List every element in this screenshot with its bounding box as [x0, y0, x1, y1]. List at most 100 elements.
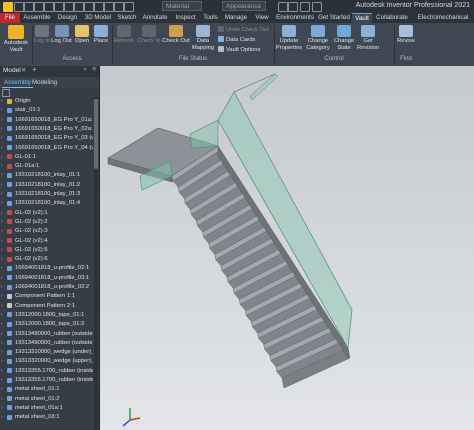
- menu-icon[interactable]: ≡: [92, 66, 96, 73]
- tree-item[interactable]: › 16691650018_EG Pro Y_04 (v2): [0, 144, 93, 152]
- add-tab-icon[interactable]: +: [32, 65, 37, 74]
- tree-item[interactable]: › GL-01:1: [0, 153, 93, 161]
- update-icon[interactable]: [74, 2, 84, 12]
- tree-item[interactable]: › metal sheet_01:2: [0, 395, 93, 403]
- expand-icon[interactable]: ›: [1, 144, 6, 152]
- tab-view[interactable]: View: [252, 13, 272, 23]
- expand-icon[interactable]: ›: [1, 246, 6, 254]
- expand-icon[interactable]: ›: [1, 106, 6, 114]
- tree-item[interactable]: › Origin: [0, 97, 93, 105]
- expand-icon[interactable]: ›: [1, 116, 6, 124]
- expand-icon[interactable]: ›: [1, 162, 6, 170]
- search-icon[interactable]: ⌕: [83, 66, 87, 74]
- tree-item[interactable]: › 19313490000_rubber (outside): [0, 330, 93, 338]
- expand-icon[interactable]: ›: [1, 274, 6, 282]
- tree-item[interactable]: › stair_01:1: [0, 106, 93, 114]
- tree-item[interactable]: › Component Pattern 2:1: [0, 302, 93, 310]
- tab-tools[interactable]: Tools: [201, 13, 220, 23]
- tree-item[interactable]: › GL-02 (v2):5: [0, 246, 93, 254]
- tree-item[interactable]: › metal sheet_01a:1: [0, 404, 93, 412]
- tab-modeling[interactable]: Modeling: [30, 78, 59, 87]
- redo-icon[interactable]: [54, 2, 64, 12]
- tree-item[interactable]: › metal sheet_01:1: [0, 385, 93, 393]
- browser-scrollbar[interactable]: [94, 97, 98, 430]
- tree-item[interactable]: › GL-01a:1: [0, 162, 93, 170]
- expand-icon[interactable]: ›: [1, 283, 6, 291]
- open-icon[interactable]: [24, 2, 34, 12]
- log-in-button[interactable]: Log In: [33, 25, 51, 45]
- tab-environments[interactable]: Environments: [274, 13, 316, 23]
- expand-icon[interactable]: ›: [1, 264, 6, 272]
- tree-item[interactable]: › metal sheet_03:1: [0, 413, 93, 421]
- file-icon[interactable]: [3, 2, 13, 12]
- tree-item[interactable]: › 19313310000_wedge (under)_0: [0, 348, 93, 356]
- tree-item[interactable]: › GL-02 (v2):6: [0, 255, 93, 263]
- expand-icon[interactable]: ›: [1, 227, 6, 235]
- expand-icon[interactable]: ›: [1, 237, 6, 245]
- fx-icon[interactable]: [288, 2, 298, 12]
- tree-item[interactable]: › 16691650018_EG Pro Y_03 (v2): [0, 134, 93, 142]
- tab-collaborate[interactable]: Collaborate: [374, 13, 410, 23]
- tab-assembly[interactable]: Assembly: [2, 78, 33, 88]
- close-icon[interactable]: ✕: [21, 66, 26, 74]
- expand-icon[interactable]: ›: [1, 134, 6, 142]
- expand-icon[interactable]: ›: [1, 125, 6, 133]
- dropdown-icon[interactable]: [312, 2, 322, 12]
- vault-options-button[interactable]: Vault Options: [218, 46, 260, 54]
- check-out-button[interactable]: Check Out: [162, 25, 190, 45]
- check-in-button[interactable]: Check In: [137, 25, 161, 45]
- adjust-icon[interactable]: [300, 2, 310, 12]
- expand-icon[interactable]: ›: [1, 181, 6, 189]
- tab-design[interactable]: Design: [55, 13, 80, 23]
- tree-item[interactable]: › GL-02 (v2):1: [0, 209, 93, 217]
- expand-icon[interactable]: ›: [1, 376, 6, 384]
- select-icon[interactable]: [84, 2, 94, 12]
- expand-icon[interactable]: ›: [1, 311, 6, 319]
- expand-icon[interactable]: ›: [1, 209, 6, 217]
- appearance-combo[interactable]: Appearance: [222, 1, 266, 11]
- expand-icon[interactable]: ›: [1, 320, 6, 328]
- save-icon[interactable]: [34, 2, 44, 12]
- expand-icon[interactable]: ›: [1, 385, 6, 393]
- tree-item[interactable]: › 16691650018_EG Pro Y_02a:1: [0, 125, 93, 133]
- measure-icon[interactable]: [104, 2, 114, 12]
- tree-item[interactable]: › 19313355.1700_rubber (inside)_0: [0, 376, 93, 384]
- tab-electromechanical[interactable]: Electromechanical: [412, 13, 474, 23]
- undo-check-out-button[interactable]: Undo Check Out: [218, 26, 269, 34]
- tab-assemble[interactable]: Assemble: [22, 13, 52, 23]
- refresh-button[interactable]: Refresh: [113, 25, 135, 45]
- data-cards-button[interactable]: Data Cards: [218, 36, 255, 44]
- tree-item[interactable]: › 16691650018_EG Pro Y_01a:1: [0, 116, 93, 124]
- expand-icon[interactable]: ›: [1, 171, 6, 179]
- tab-manage[interactable]: Manage: [222, 13, 250, 23]
- tree-item[interactable]: › 19310218100_inlay_01:1: [0, 171, 93, 179]
- tab-inspect[interactable]: Inspect: [172, 13, 199, 23]
- tree-item[interactable]: › 19313490000_rubber (outside): [0, 339, 93, 347]
- tree-item[interactable]: › 19312000.1800_tape_01:1: [0, 311, 93, 319]
- expand-icon[interactable]: ›: [1, 367, 6, 375]
- autodesk-vault-button[interactable]: Autodesk Vault: [2, 25, 30, 53]
- tree-item[interactable]: › Component Pattern 1:1: [0, 292, 93, 300]
- tree-item[interactable]: › 16694001818_u-profile_02:2: [0, 283, 93, 291]
- place-button[interactable]: Place: [92, 25, 110, 45]
- expand-icon[interactable]: ›: [1, 190, 6, 198]
- graphics-viewport[interactable]: [100, 66, 474, 430]
- tree-item[interactable]: › 19310218100_inlay_01:3: [0, 190, 93, 198]
- data-mapping-button[interactable]: Data Mapping: [191, 25, 215, 51]
- tab-3d-model[interactable]: 3D Model: [82, 13, 114, 23]
- tree-item[interactable]: › 16694001818_u-profile_03:1: [0, 274, 93, 282]
- tab-file[interactable]: File: [0, 13, 20, 23]
- ilogic-icon[interactable]: [114, 2, 124, 12]
- log-out-button[interactable]: Log Out: [51, 25, 72, 45]
- properties-icon[interactable]: [94, 2, 104, 12]
- expand-icon[interactable]: ›: [1, 255, 6, 263]
- expand-icon[interactable]: ›: [1, 348, 6, 356]
- update-properties-button[interactable]: Update Properties: [275, 25, 303, 51]
- tree-item[interactable]: › 19310218100_inlay_01:4: [0, 199, 93, 207]
- get-revision-button[interactable]: Get Revision: [357, 25, 379, 51]
- tree-item[interactable]: › GL-02 (v2):4: [0, 237, 93, 245]
- change-state-button[interactable]: Change State: [332, 25, 356, 51]
- expand-icon[interactable]: ›: [1, 153, 6, 161]
- tree-item[interactable]: › 19310218100_inlay_01:2: [0, 181, 93, 189]
- expand-icon[interactable]: ›: [1, 97, 6, 105]
